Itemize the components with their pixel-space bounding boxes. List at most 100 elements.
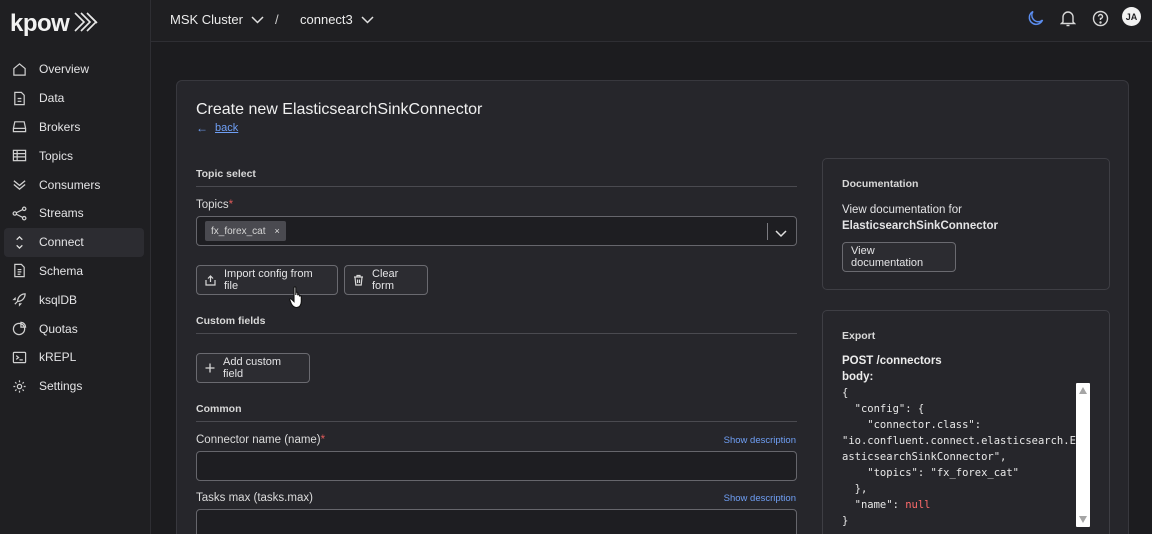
user-avatar[interactable]: JA bbox=[1122, 7, 1141, 26]
tasks-max-input[interactable] bbox=[196, 509, 797, 534]
export-card: Export POST /connectors body: { "config"… bbox=[822, 310, 1110, 534]
sidebar-item-label: Connect bbox=[39, 235, 84, 250]
add-custom-field-label: Add custom field bbox=[223, 356, 282, 380]
sidebar-item-schema[interactable]: Schema bbox=[4, 257, 144, 286]
chip-remove-icon[interactable]: × bbox=[274, 226, 279, 236]
topics-label: Topics* bbox=[196, 199, 233, 211]
rocket-icon bbox=[11, 292, 27, 308]
connect-selector[interactable]: connect3 bbox=[300, 12, 374, 27]
breadcrumb-separator: / bbox=[275, 12, 279, 27]
clear-form-button[interactable]: Clear form bbox=[344, 265, 428, 295]
sidebar-item-label: Settings bbox=[39, 379, 83, 394]
logo-text: kpow bbox=[10, 10, 70, 37]
connector-form-panel: Create new ElasticsearchSinkConnector ← … bbox=[176, 80, 1129, 534]
connector-name-label-text: Connector name (name) bbox=[196, 434, 321, 446]
code-line: "name": null bbox=[842, 499, 931, 511]
sidebar-item-label: Consumers bbox=[39, 177, 101, 192]
sidebar-item-topics[interactable]: Topics bbox=[4, 141, 144, 170]
tasks-max-label: Tasks max (tasks.max) bbox=[196, 492, 313, 504]
connector-name-input[interactable] bbox=[196, 451, 797, 481]
sidebar-item-label: Data bbox=[39, 91, 65, 106]
sidebar-item-quotas[interactable]: Quotas bbox=[4, 314, 144, 343]
table-icon bbox=[11, 148, 27, 164]
sidebar-item-brokers[interactable]: Brokers bbox=[4, 113, 144, 142]
sidebar-item-label: ksqlDB bbox=[39, 292, 78, 307]
double-chevron-icon bbox=[11, 177, 27, 193]
schema-icon bbox=[11, 263, 27, 279]
logo-mark-icon bbox=[73, 11, 99, 38]
documentation-connector: ElasticsearchSinkConnector bbox=[842, 220, 998, 232]
code-line: { bbox=[842, 387, 849, 399]
back-link[interactable]: ← back bbox=[196, 121, 238, 135]
code-line: "topics": "fx_forex_cat" bbox=[842, 467, 1020, 479]
topic-chip-label: fx_forex_cat bbox=[211, 225, 266, 237]
plus-icon bbox=[205, 363, 215, 373]
chevron-down-icon bbox=[361, 15, 374, 24]
import-config-label: Import config from file bbox=[224, 268, 313, 292]
export-header: POST /connectors body: bbox=[842, 353, 942, 385]
code-line: }, bbox=[842, 483, 868, 495]
sidebar-item-streams[interactable]: Streams bbox=[4, 199, 144, 228]
export-title: Export bbox=[842, 330, 876, 342]
documentation-title: Documentation bbox=[842, 178, 919, 190]
sidebar-item-label: Schema bbox=[39, 263, 84, 278]
import-config-button[interactable]: Import config from file bbox=[196, 265, 338, 295]
sidebar-item-settings[interactable]: Settings bbox=[4, 372, 144, 401]
sidebar-item-connect[interactable]: Connect bbox=[4, 227, 144, 257]
topics-label-text: Topics bbox=[196, 199, 229, 211]
trash-icon bbox=[353, 274, 364, 286]
sidebar-item-ksqldb[interactable]: ksqlDB bbox=[4, 285, 144, 314]
sidebar-item-label: Overview bbox=[39, 62, 90, 77]
section-topic-select: Topic select bbox=[196, 168, 256, 180]
sidebar-item-krepl[interactable]: kREPL bbox=[4, 343, 144, 372]
connect-name: connect3 bbox=[300, 12, 353, 27]
connect-icon bbox=[11, 234, 27, 250]
cluster-selector[interactable]: MSK Cluster bbox=[170, 12, 264, 27]
documentation-intro: View documentation for bbox=[842, 204, 962, 216]
divider bbox=[196, 186, 797, 187]
topic-chip: fx_forex_cat × bbox=[205, 221, 286, 241]
moon-icon[interactable] bbox=[1027, 9, 1045, 27]
show-description-link[interactable]: Show description bbox=[724, 435, 796, 446]
sidebar-item-label: Quotas bbox=[39, 321, 78, 336]
sidebar-item-overview[interactable]: Overview bbox=[4, 55, 144, 84]
required-mark: * bbox=[228, 199, 234, 211]
code-scrollbar[interactable] bbox=[1076, 383, 1090, 527]
document-icon bbox=[11, 90, 27, 106]
sidebar-nav: Overview Data Brokers Topics Consumers S… bbox=[4, 55, 144, 401]
scroll-down-icon[interactable] bbox=[1079, 516, 1087, 523]
null-value: null bbox=[905, 499, 931, 511]
bell-icon[interactable] bbox=[1059, 9, 1077, 27]
scroll-up-icon[interactable] bbox=[1079, 387, 1087, 394]
connector-name-label: Connector name (name)* bbox=[196, 434, 325, 446]
export-code-block[interactable]: { "config": { "connector.class": "io.conf… bbox=[842, 385, 1076, 529]
top-bar: MSK Cluster / connect3 JA bbox=[151, 0, 1152, 42]
chevron-down-icon[interactable] bbox=[775, 225, 787, 243]
sidebar-item-consumers[interactable]: Consumers bbox=[4, 170, 144, 199]
view-documentation-button[interactable]: View documentation bbox=[842, 242, 956, 272]
kpow-logo[interactable]: kpow bbox=[10, 10, 99, 38]
code-line: "io.confluent.connect.elasticsearch.El bbox=[842, 435, 1076, 447]
section-common: Common bbox=[196, 403, 242, 415]
add-custom-field-button[interactable]: Add custom field bbox=[196, 353, 310, 383]
page-title: Create new ElasticsearchSinkConnector bbox=[196, 101, 483, 118]
back-label: back bbox=[215, 122, 239, 134]
sidebar-item-label: Topics bbox=[39, 148, 74, 163]
help-icon[interactable] bbox=[1091, 9, 1109, 27]
show-description-link[interactable]: Show description bbox=[724, 493, 796, 504]
upload-icon bbox=[205, 274, 216, 286]
sidebar-item-label: Brokers bbox=[39, 119, 81, 134]
topics-multiselect[interactable]: fx_forex_cat × bbox=[196, 216, 797, 246]
terminal-icon bbox=[11, 349, 27, 365]
section-custom-fields: Custom fields bbox=[196, 315, 266, 327]
pie-icon bbox=[11, 321, 27, 337]
code-line: "config": { bbox=[842, 403, 925, 415]
documentation-text: View documentation for ElasticsearchSink… bbox=[842, 202, 998, 234]
sidebar-item-data[interactable]: Data bbox=[4, 84, 144, 113]
required-mark: * bbox=[320, 434, 326, 446]
divider bbox=[196, 421, 797, 422]
divider bbox=[196, 333, 797, 334]
back-arrow-icon: ← bbox=[196, 121, 208, 135]
clear-form-label: Clear form bbox=[372, 268, 399, 292]
gear-icon bbox=[11, 378, 27, 394]
